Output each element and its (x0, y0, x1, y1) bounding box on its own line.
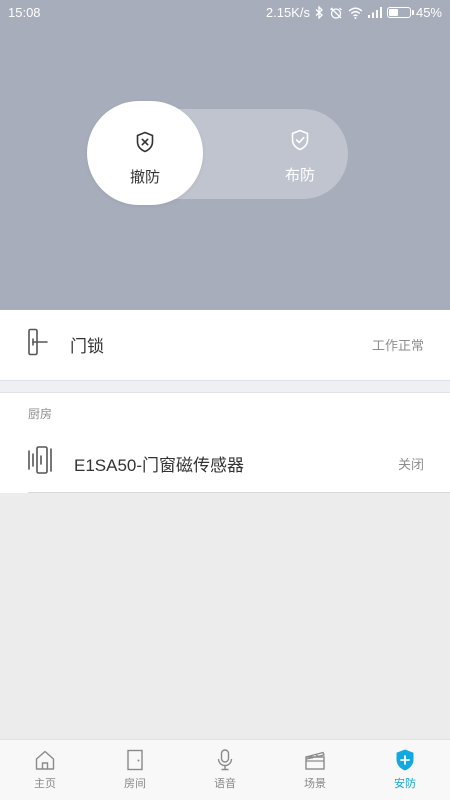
door-lock-name: 门锁 (70, 337, 104, 356)
device-name: E1SA50-门窗磁传感器 (74, 456, 245, 475)
door-sensor-icon (26, 445, 56, 475)
status-icons: 2.15K/s 45% (266, 5, 442, 20)
nav-label-security: 安防 (394, 778, 416, 790)
door-lock-row[interactable]: 门锁 工作正常 (0, 310, 450, 380)
alarm-off-icon (329, 6, 343, 20)
shield-plus-icon (393, 748, 417, 772)
door-lock-card: 门锁 工作正常 (0, 310, 450, 380)
nav-item-security[interactable]: 安防 (360, 740, 450, 800)
section-divider (0, 380, 450, 393)
list-bottom-divider (28, 492, 450, 493)
disarm-option[interactable]: 撤防 (87, 131, 203, 187)
nav-item-rooms[interactable]: 房间 (90, 740, 180, 800)
security-mode-panel: 撤防 布防 (0, 25, 450, 310)
nav-item-voice[interactable]: 语音 (180, 740, 270, 800)
network-speed: 2.15K/s (265, 5, 310, 20)
wifi-icon (348, 7, 363, 19)
status-time: 15:08 (8, 5, 41, 20)
room-section: 厨房 E1SA50-门窗磁传感器 关闭 (0, 393, 450, 493)
room-section-title: 厨房 (28, 407, 53, 421)
signal-icon (367, 7, 382, 18)
microphone-icon (213, 748, 237, 772)
battery-icon (386, 7, 414, 18)
nav-label-rooms: 房间 (124, 778, 146, 790)
door-lock-icon (26, 328, 50, 356)
shield-check-icon (290, 129, 310, 156)
nav-label-voice: 语音 (214, 778, 236, 790)
battery-fill (388, 9, 398, 16)
status-bar: 15:08 2.15K/s 45% (0, 0, 450, 25)
nav-item-home[interactable]: 主页 (0, 740, 90, 800)
shield-x-icon (135, 131, 155, 158)
disarm-label: 撤防 (129, 169, 160, 186)
door-icon (123, 748, 147, 772)
device-status: 关闭 (397, 457, 424, 472)
bluetooth-icon (315, 6, 324, 19)
door-lock-status: 工作正常 (371, 338, 424, 353)
arm-label: 布防 (284, 167, 315, 184)
nav-label-home: 主页 (34, 778, 56, 790)
nav-label-scenes: 场景 (304, 778, 326, 790)
device-row[interactable]: E1SA50-门窗磁传感器 关闭 (0, 431, 450, 493)
nav-item-scenes[interactable]: 场景 (270, 740, 360, 800)
bottom-nav: 主页 房间 语音 场景 安防 (0, 739, 450, 800)
clapperboard-icon (303, 748, 327, 772)
arm-option[interactable]: 布防 (250, 129, 350, 185)
home-icon (33, 748, 57, 772)
battery-level: 45% (415, 5, 442, 20)
